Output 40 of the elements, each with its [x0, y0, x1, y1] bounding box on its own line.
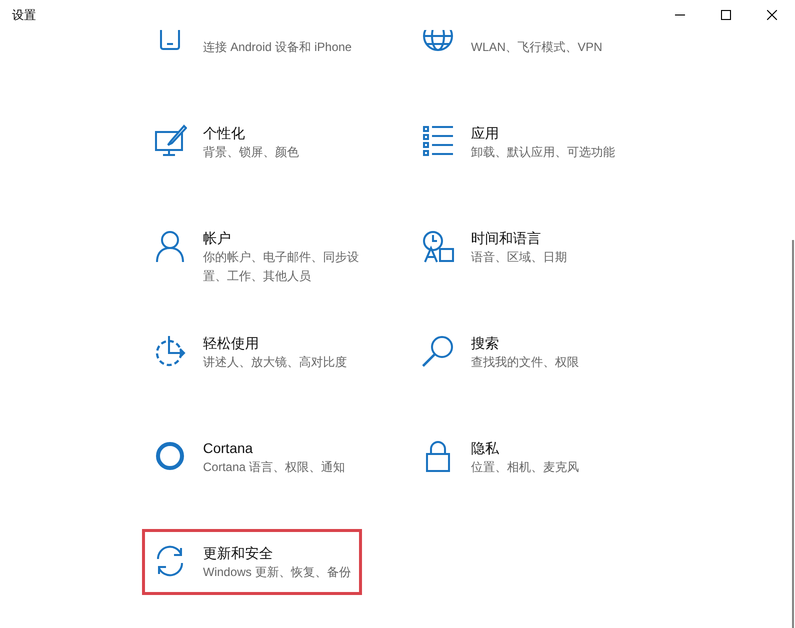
tile-title: 帐户: [203, 229, 231, 248]
tile-description: 连接 Android 设备和 iPhone: [203, 39, 352, 56]
settings-tile[interactable]: 轻松使用 讲述人、放大镜、高对比度: [142, 319, 358, 385]
monitor-pen-icon: [153, 124, 187, 158]
tile-title: Cortana: [203, 439, 253, 458]
tile-title: 轻松使用: [203, 334, 259, 353]
clock-icon: [421, 229, 455, 263]
settings-tile[interactable]: 个性化 背景、锁屏、颜色: [142, 109, 310, 175]
tile-title: 应用: [471, 124, 499, 143]
settings-tile[interactable]: 更新和安全 Windows 更新、恢复、备份: [142, 529, 362, 595]
tile-description: 背景、锁屏、颜色: [203, 144, 299, 161]
tile-description: 位置、相机、麦克风: [471, 459, 579, 476]
settings-tile[interactable]: 连接 Android 设备和 iPhone: [142, 30, 363, 70]
tile-description: Windows 更新、恢复、备份: [203, 564, 352, 581]
tile-title: 搜索: [471, 334, 499, 353]
tile-title: 时间和语言: [471, 229, 541, 248]
tile-title: 隐私: [471, 439, 499, 458]
settings-tile[interactable]: 应用 卸载、默认应用、可选功能: [410, 109, 626, 175]
ring-icon: [153, 439, 187, 473]
list-icon: [421, 124, 455, 158]
settings-tile[interactable]: 搜索 查找我的文件、权限: [410, 319, 590, 385]
window-title: 设置: [12, 6, 37, 24]
tile-description: Cortana 语言、权限、通知: [203, 459, 346, 476]
settings-tile[interactable]: Cortana Cortana 语言、权限、通知: [142, 424, 356, 490]
maximize-icon: [721, 10, 731, 20]
dashed-circle-icon: [153, 334, 187, 368]
search-icon: [421, 334, 455, 368]
settings-tile[interactable]: WLAN、飞行模式、VPN: [410, 30, 614, 70]
tile-description: 讲述人、放大镜、高对比度: [203, 354, 347, 371]
scroll-bar[interactable]: [792, 240, 794, 628]
tile-title: 更新和安全: [203, 544, 273, 563]
tile-description: 语音、区域、日期: [471, 249, 567, 266]
tile-title: 个性化: [203, 124, 245, 143]
settings-tile[interactable]: 隐私 位置、相机、麦克风: [410, 424, 590, 490]
close-icon: [767, 10, 777, 20]
tile-description: 查找我的文件、权限: [471, 354, 579, 371]
person-icon: [153, 229, 187, 263]
tile-description: 卸载、默认应用、可选功能: [471, 144, 615, 161]
tile-description: WLAN、飞行模式、VPN: [471, 39, 602, 56]
settings-tile[interactable]: 时间和语言 语音、区域、日期: [410, 214, 578, 280]
